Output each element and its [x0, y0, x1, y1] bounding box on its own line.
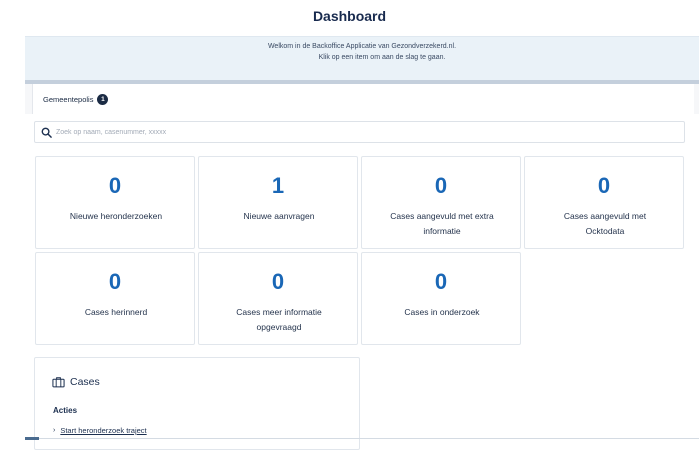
action-link-label: Start heronderzoek traject [60, 426, 147, 435]
welcome-text-line1: Welkom in de Backoffice Applicatie van G… [267, 43, 457, 50]
card-label: Cases in onderzoek [404, 307, 480, 317]
briefcase-icon [52, 377, 65, 388]
card-label: Nieuwe aanvragen [243, 211, 315, 221]
card-label: Cases aangevuld met extra informatie [390, 211, 494, 236]
card-label: Nieuwe heronderzoeken [69, 211, 163, 221]
card-count: 0 [271, 269, 285, 294]
tab-label: Gemeentepolis [43, 94, 94, 104]
card-count: 0 [434, 173, 448, 198]
card-cases-meer-informatie-opgevraagd[interactable]: 0 Cases meer informatie opgevraagd [198, 252, 358, 345]
cases-header: Cases [52, 376, 100, 388]
card-label: Cases herinnerd [84, 307, 148, 317]
actions-heading: Acties [53, 406, 78, 415]
cases-panel: Cases Acties › Start heronderzoek trajec… [34, 357, 360, 450]
tab-gemeentepolis[interactable]: Gemeentepolis 1 [32, 84, 694, 114]
search-icon [41, 127, 52, 138]
cases-title: Cases [70, 376, 100, 388]
card-nieuwe-heronderzoeken[interactable]: 0 Nieuwe heronderzoeken [35, 156, 195, 249]
search-box[interactable] [34, 121, 685, 143]
card-cases-in-onderzoek[interactable]: 0 Cases in onderzoek [361, 252, 521, 345]
start-heronderzoek-link[interactable]: › Start heronderzoek traject [53, 426, 147, 435]
card-count: 0 [434, 269, 448, 294]
welcome-text-line2: Klik op een item om aan de slag te gaan. [318, 54, 446, 61]
welcome-banner: Welkom in de Backoffice Applicatie van G… [25, 36, 699, 80]
card-label: Cases meer informatie opgevraagd [236, 307, 322, 332]
card-cases-aangevuld-ocktodata[interactable]: 0 Cases aangevuld met Ocktodata [524, 156, 684, 249]
search-input[interactable] [56, 128, 656, 136]
card-count: 1 [271, 173, 285, 198]
card-nieuwe-aanvragen[interactable]: 1 Nieuwe aanvragen [198, 156, 358, 249]
card-count: 0 [597, 173, 611, 198]
tab-count-badge: 1 [97, 93, 109, 105]
bottom-scroll-indicator [25, 437, 39, 440]
card-count: 0 [108, 173, 122, 198]
chevron-right-icon: › [53, 427, 56, 434]
tab-strip: Gemeentepolis 1 [25, 84, 699, 114]
card-cases-aangevuld-extra-informatie[interactable]: 0 Cases aangevuld met extra informatie [361, 156, 521, 249]
card-cases-herinnerd[interactable]: 0 Cases herinnerd [35, 252, 195, 345]
card-count: 0 [108, 269, 122, 294]
card-label: Cases aangevuld met Ocktodata [563, 211, 647, 236]
page-title: Dashboard [312, 8, 387, 24]
bottom-divider [25, 438, 699, 439]
